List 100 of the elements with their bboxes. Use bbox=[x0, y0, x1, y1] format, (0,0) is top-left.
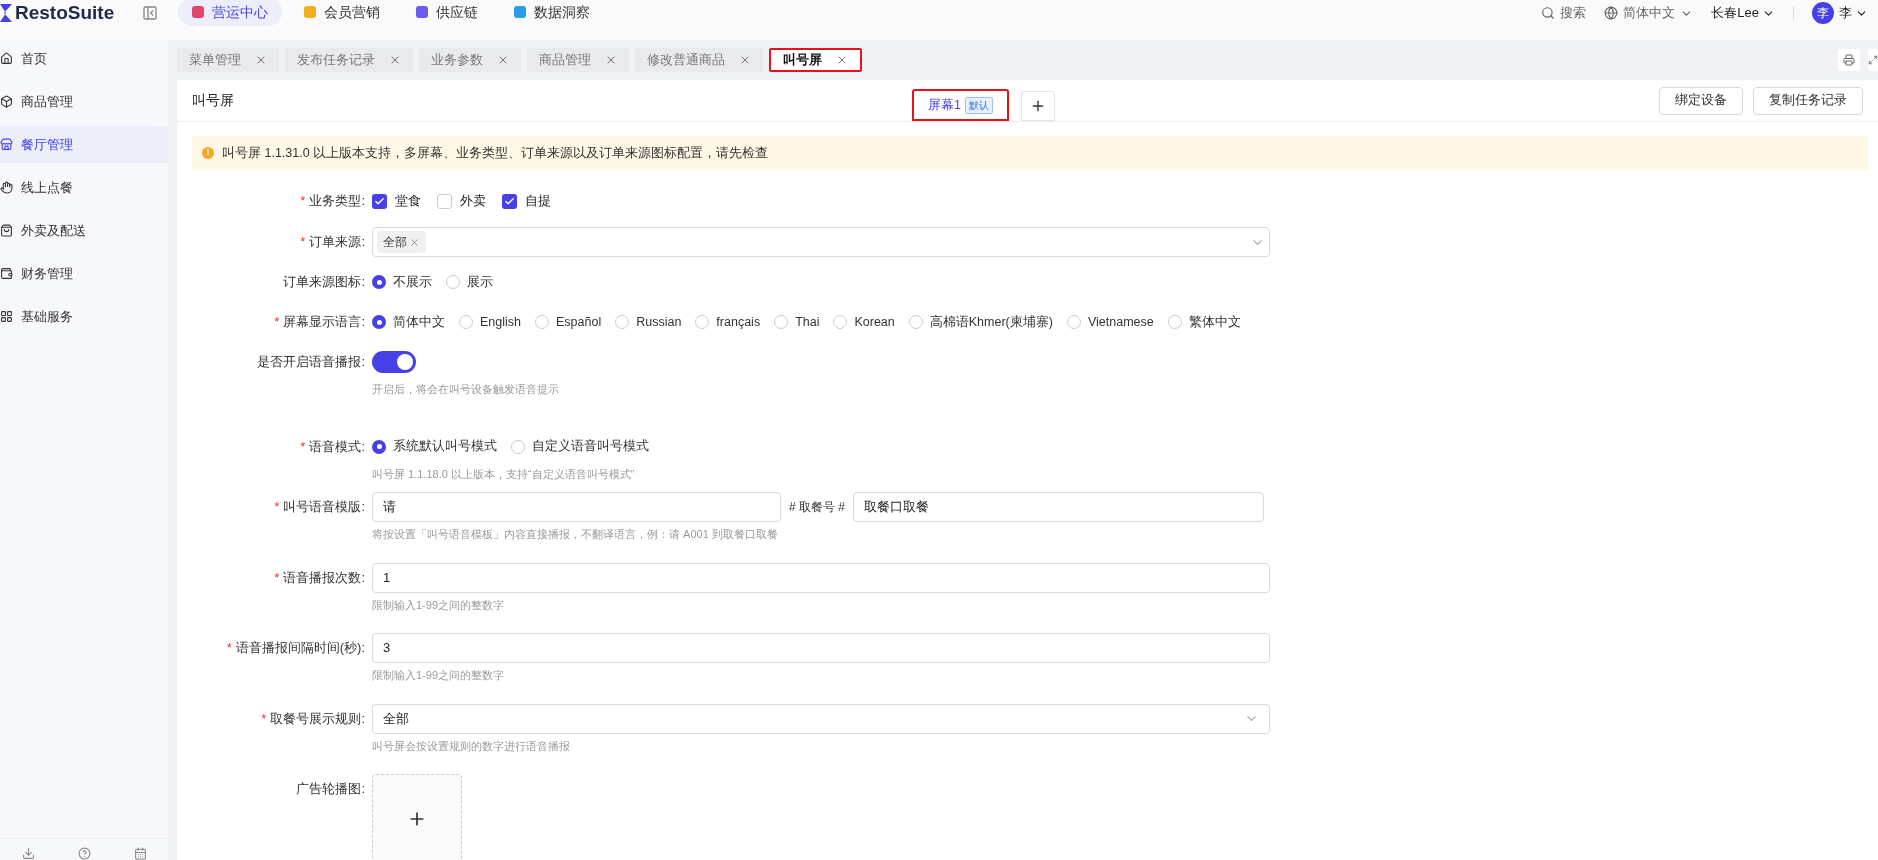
sidebar-item[interactable]: 首页 bbox=[0, 40, 168, 77]
tag: 全部 bbox=[377, 231, 426, 253]
page-tab[interactable]: 菜单管理 bbox=[177, 48, 279, 72]
print-icon[interactable] bbox=[1838, 49, 1860, 71]
checkbox-option[interactable]: 外卖 bbox=[437, 191, 486, 211]
radio-option[interactable]: 系统默认叫号模式 bbox=[372, 437, 497, 456]
sidebar-item[interactable]: 线上点餐 bbox=[0, 169, 168, 206]
close-icon[interactable] bbox=[739, 54, 751, 66]
remove-icon[interactable] bbox=[409, 236, 420, 248]
radio-button[interactable] bbox=[615, 315, 630, 329]
sidebar-item[interactable]: 餐厅管理 bbox=[0, 126, 168, 163]
top-nav-tab[interactable]: 数据洞察 bbox=[500, 0, 604, 26]
top-nav-tab[interactable]: 营运中心 bbox=[178, 0, 282, 26]
sidebar-item[interactable]: 基础服务 bbox=[0, 298, 168, 335]
page-tab[interactable]: 商品管理 bbox=[527, 48, 629, 72]
radio-button[interactable] bbox=[372, 275, 386, 289]
required-mark: * bbox=[226, 639, 232, 658]
page-tab[interactable]: 叫号屏 bbox=[769, 48, 862, 72]
page-tab[interactable]: 修改普通商品 bbox=[635, 48, 763, 72]
placeholder-label: # 取餐号 # bbox=[789, 499, 845, 516]
radio-option[interactable]: 展示 bbox=[446, 272, 493, 292]
checkbox-option[interactable]: 自提 bbox=[502, 191, 551, 211]
screen-tab[interactable]: 屏幕1 默认 bbox=[912, 89, 1009, 121]
alert-text: 叫号屏 1.1.31.0 以上版本支持，多屏幕、业务类型、订单来源以及订单来源图标配置，请先检查 bbox=[222, 144, 769, 162]
radio-button[interactable] bbox=[833, 315, 848, 329]
radio-option[interactable]: 高棉语Khmer(柬埔寨) bbox=[908, 312, 1053, 332]
field-label: 屏幕显示语言: bbox=[283, 313, 365, 332]
language-switcher[interactable]: 简体中文 bbox=[1604, 3, 1694, 23]
radio-option[interactable]: 繁体中文 bbox=[1167, 312, 1241, 332]
page-tab[interactable]: 发布任务记录 bbox=[285, 48, 413, 72]
help-icon[interactable] bbox=[77, 847, 91, 860]
search-button[interactable]: 搜索 bbox=[1541, 3, 1587, 23]
add-screen-button[interactable] bbox=[1020, 91, 1055, 121]
radio-button[interactable] bbox=[535, 315, 549, 329]
field-label: 语音模式: bbox=[309, 437, 365, 456]
radio-option[interactable]: Thai bbox=[774, 312, 820, 332]
select-field[interactable]: 全部 bbox=[372, 703, 1270, 734]
radio-option[interactable]: 简体中文 bbox=[372, 312, 445, 332]
text-input[interactable]: 取餐口取餐 bbox=[853, 492, 1264, 522]
field-hint: 限制输入1-99之间的整数字 bbox=[372, 597, 506, 613]
tags-select-field[interactable]: 全部 bbox=[372, 227, 1270, 257]
user-avatar[interactable]: 李 bbox=[1812, 2, 1834, 24]
radio-button[interactable] bbox=[372, 439, 386, 454]
check-icon bbox=[504, 195, 515, 207]
radio-button[interactable] bbox=[1066, 315, 1081, 329]
sidebar-item[interactable]: 财务管理 bbox=[0, 255, 168, 292]
page-tab[interactable]: 业务参数 bbox=[419, 48, 521, 72]
radio-option[interactable]: Russian bbox=[615, 312, 682, 332]
radio-button[interactable] bbox=[1167, 315, 1182, 329]
radio-button[interactable] bbox=[446, 275, 460, 289]
radio-option[interactable]: 不展示 bbox=[372, 272, 432, 292]
checkbox-option[interactable]: 堂食 bbox=[372, 191, 421, 211]
top-nav-tab[interactable]: 供应链 bbox=[402, 0, 492, 26]
sidebar-item[interactable]: 外卖及配送 bbox=[0, 212, 168, 249]
radio-option[interactable]: Español bbox=[535, 312, 602, 332]
fullscreen-icon[interactable] bbox=[1868, 49, 1878, 71]
default-badge: 默认 bbox=[964, 96, 993, 114]
text-input[interactable]: 1 bbox=[372, 562, 1270, 593]
field-label: 语音播报次数: bbox=[283, 568, 365, 587]
collapse-menu-icon[interactable] bbox=[142, 5, 158, 21]
module-icon bbox=[192, 6, 204, 18]
radio-option[interactable]: Korean bbox=[833, 312, 895, 332]
radio-option[interactable]: 自定义语音叫号模式 bbox=[511, 437, 649, 456]
required-mark: * bbox=[274, 313, 280, 332]
radio-button[interactable] bbox=[774, 315, 789, 329]
field-label: 取餐号展示规则: bbox=[270, 709, 365, 728]
checkbox[interactable] bbox=[502, 193, 517, 209]
field-hint: 开启后，将会在叫号设备触发语音提示 bbox=[372, 382, 559, 397]
toggle-switch[interactable] bbox=[372, 351, 416, 373]
module-icon bbox=[304, 6, 316, 18]
close-icon[interactable] bbox=[836, 54, 848, 66]
close-icon[interactable] bbox=[605, 54, 617, 66]
module-icon bbox=[514, 6, 526, 18]
checkbox[interactable] bbox=[372, 193, 387, 209]
checkbox[interactable] bbox=[437, 193, 452, 209]
close-icon[interactable] bbox=[497, 54, 509, 66]
radio-option[interactable]: français bbox=[695, 312, 761, 332]
sidebar-item[interactable]: 商品管理 bbox=[0, 83, 168, 120]
text-input[interactable]: 3 bbox=[372, 633, 1270, 663]
close-icon[interactable] bbox=[255, 54, 267, 66]
radio-button[interactable] bbox=[459, 315, 473, 329]
action-button[interactable]: 绑定设备 bbox=[1659, 86, 1743, 115]
page-title: 叫号屏 bbox=[192, 91, 234, 110]
action-button[interactable]: 复制任务记录 bbox=[1753, 86, 1863, 115]
close-icon[interactable] bbox=[389, 54, 401, 66]
radio-button[interactable] bbox=[908, 315, 923, 329]
text-input[interactable]: 请 bbox=[372, 492, 781, 522]
download-icon[interactable] bbox=[21, 847, 35, 860]
radio-button[interactable] bbox=[695, 315, 710, 329]
store-switcher[interactable]: 长春Lee bbox=[1711, 3, 1775, 23]
radio-button[interactable] bbox=[511, 439, 525, 454]
radio-button[interactable] bbox=[372, 315, 386, 329]
top-nav-tab[interactable]: 会员营销 bbox=[290, 0, 394, 26]
radio-option[interactable]: English bbox=[459, 312, 521, 332]
search-icon bbox=[1541, 6, 1556, 20]
calendar-icon[interactable] bbox=[133, 847, 147, 860]
radio-option[interactable]: Vietnamese bbox=[1066, 312, 1154, 332]
user-menu[interactable]: 李 bbox=[1839, 3, 1868, 23]
check-icon bbox=[374, 195, 385, 207]
required-mark: * bbox=[300, 437, 306, 456]
